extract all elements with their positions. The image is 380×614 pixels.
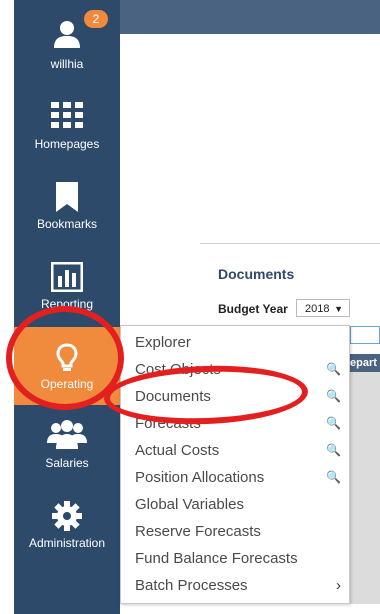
sidebar-item-homepages[interactable]: Homepages: [14, 80, 120, 160]
people-icon: [47, 420, 87, 449]
table-body: [350, 372, 380, 604]
sidebar-item-label: Bookmarks: [36, 217, 98, 231]
notification-badge: 2: [84, 10, 108, 28]
sidebar-item-operating[interactable]: Operating: [14, 327, 120, 405]
sidebar-item-label: Reporting: [40, 297, 94, 311]
menu-item-label: Cost Objects: [135, 361, 221, 378]
grid-icon: [51, 102, 83, 128]
gear-icon: [52, 501, 82, 531]
menu-item-forecasts[interactable]: Forecasts 🔍: [135, 410, 345, 437]
table-header-label: epart: [350, 357, 377, 369]
menu-item-explorer[interactable]: Explorer: [135, 329, 345, 356]
menu-item-reserve-forecasts[interactable]: Reserve Forecasts: [135, 518, 345, 545]
menu-item-cost-objects[interactable]: Cost Objects 🔍: [135, 356, 345, 383]
menu-item-label: Documents: [135, 388, 211, 405]
menu-item-label: Global Variables: [135, 496, 244, 513]
page-title: Documents: [218, 266, 295, 282]
menu-item-label: Explorer: [135, 334, 191, 351]
search-icon: 🔍: [326, 362, 341, 376]
bar-chart-icon: [51, 262, 83, 292]
menu-item-label: Position Allocations: [135, 469, 265, 486]
search-icon: 🔍: [326, 470, 341, 484]
search-icon: 🔍: [326, 416, 341, 430]
menu-item-global-variables[interactable]: Global Variables: [135, 491, 345, 518]
search-icon: 🔍: [326, 389, 341, 403]
menu-item-label: Forecasts: [135, 415, 201, 432]
sidebar-item-label: Administration: [28, 536, 106, 550]
sidebar-item-salaries[interactable]: Salaries: [14, 405, 120, 485]
menu-item-documents[interactable]: Documents 🔍: [135, 383, 345, 410]
menu-item-label: Batch Processes: [135, 577, 248, 594]
caret-down-icon: ▼: [334, 304, 343, 314]
bookmark-icon: [56, 182, 78, 212]
budget-year-value: 2018: [305, 303, 330, 315]
menu-item-actual-costs[interactable]: Actual Costs 🔍: [135, 437, 345, 464]
sidebar-item-label: Salaries: [45, 456, 89, 470]
user-profile[interactable]: 2 willhia: [14, 0, 120, 80]
menu-item-batch-processes[interactable]: Batch Processes ›: [135, 572, 345, 599]
search-icon: 🔍: [326, 443, 341, 457]
sidebar: 2 willhia Homepages Bookmarks Reporting …: [14, 0, 120, 614]
sidebar-item-label: Operating: [40, 377, 94, 391]
menu-item-fund-balance-forecasts[interactable]: Fund Balance Forecasts: [135, 545, 345, 572]
budget-year-label: Budget Year: [218, 302, 288, 316]
user-name: willhia: [50, 57, 84, 71]
user-icon: [54, 21, 80, 48]
menu-item-label: Fund Balance Forecasts: [135, 550, 298, 567]
budget-year-select[interactable]: 2018 ▼: [296, 299, 350, 317]
sidebar-item-administration[interactable]: Administration: [14, 485, 120, 565]
chevron-right-icon: ›: [336, 577, 341, 594]
divider: [200, 243, 380, 244]
menu-item-position-allocations[interactable]: Position Allocations 🔍: [135, 464, 345, 491]
menu-item-label: Actual Costs: [135, 442, 220, 459]
top-bar: [120, 0, 380, 34]
sidebar-item-label: Homepages: [34, 137, 100, 151]
sidebar-item-reporting[interactable]: Reporting: [14, 240, 120, 320]
operating-menu: Explorer Cost Objects 🔍 Documents 🔍 Foreca…: [120, 325, 350, 604]
lightbulb-icon: [56, 343, 78, 371]
menu-item-label: Reserve Forecasts: [135, 523, 261, 540]
search-box[interactable]: [350, 326, 380, 344]
table-header: epart: [350, 354, 380, 372]
sidebar-item-bookmarks[interactable]: Bookmarks: [14, 160, 120, 240]
